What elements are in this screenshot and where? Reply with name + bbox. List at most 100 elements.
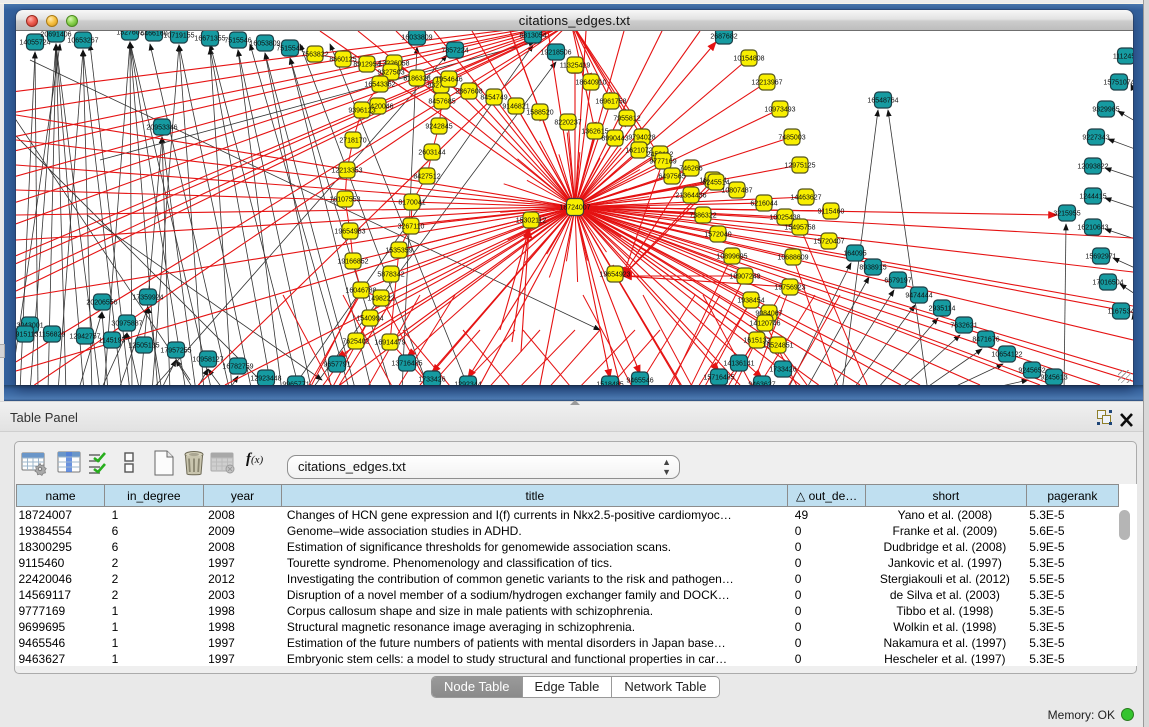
svg-text:1244415: 1244415 [1079, 194, 1106, 201]
svg-text:1498222: 1498222 [367, 296, 394, 303]
svg-text:10154808: 10154808 [733, 56, 764, 63]
svg-text:16961758: 16961758 [595, 99, 626, 106]
svg-text:16548764: 16548764 [867, 98, 898, 105]
svg-text:1733426: 1733426 [769, 367, 796, 374]
svg-text:9474444: 9474444 [905, 293, 932, 300]
svg-text:19218506: 19218506 [540, 50, 571, 57]
svg-text:6679197: 6679197 [884, 278, 911, 285]
svg-text:3267110: 3267110 [398, 224, 425, 231]
svg-text:3215955: 3215955 [1053, 211, 1080, 218]
svg-text:10958127: 10958127 [192, 357, 223, 364]
svg-text:15751074: 15751074 [1103, 80, 1133, 87]
svg-text:12213967: 12213967 [751, 80, 782, 87]
svg-text:7955812: 7955812 [613, 116, 640, 123]
svg-text:1518485: 1518485 [596, 382, 623, 386]
svg-text:12093822: 12093822 [1077, 164, 1108, 171]
svg-text:14136141: 14136141 [723, 361, 754, 368]
svg-text:8454749: 8454749 [480, 95, 507, 102]
svg-text:1540994: 1540994 [356, 316, 383, 323]
svg-text:7485003: 7485003 [778, 135, 805, 142]
svg-text:19524851: 19524851 [762, 343, 793, 350]
svg-text:20953346: 20953346 [146, 125, 177, 132]
svg-text:9245652: 9245652 [1018, 368, 1045, 375]
svg-text:1572040: 1572040 [704, 232, 731, 239]
svg-text:17359924: 17359924 [132, 295, 163, 302]
svg-text:15302112: 15302112 [516, 218, 547, 225]
svg-text:1535359: 1535359 [385, 248, 412, 255]
svg-text:5878342: 5878342 [377, 272, 404, 279]
svg-text:1112458: 1112458 [1113, 54, 1133, 61]
svg-text:19654923: 19654923 [599, 272, 630, 279]
svg-text:6245514: 6245514 [702, 180, 729, 187]
svg-text:8427512: 8427512 [413, 174, 440, 181]
svg-text:9115460: 9115460 [818, 209, 845, 216]
svg-text:17016504: 17016504 [1092, 280, 1123, 287]
svg-text:18640910: 18640910 [575, 80, 606, 87]
svg-text:18724007: 18724007 [559, 205, 590, 212]
svg-text:8457685: 8457685 [428, 99, 455, 106]
svg-text:9794028: 9794028 [628, 135, 655, 142]
svg-text:11325419: 11325419 [560, 63, 591, 70]
svg-text:14055724: 14055724 [19, 40, 50, 47]
svg-text:19654983: 19654983 [334, 229, 365, 236]
svg-text:10654122: 10654122 [991, 352, 1022, 359]
svg-text:2718170: 2718170 [339, 138, 366, 145]
svg-text:8912954: 8912954 [353, 62, 380, 69]
svg-text:7386322: 7386322 [689, 213, 716, 220]
svg-text:164095: 164095 [843, 251, 866, 258]
svg-text:2935114: 2935114 [929, 306, 956, 313]
svg-text:10653267: 10653267 [67, 38, 98, 45]
svg-text:16210643: 16210643 [1077, 225, 1108, 232]
svg-text:10688609: 10688609 [777, 255, 808, 262]
svg-text:15495758: 15495758 [784, 225, 815, 232]
svg-text:3915113: 3915113 [16, 332, 38, 339]
svg-text:15692971: 15692971 [1085, 254, 1116, 261]
svg-text:16033809: 16033809 [401, 35, 432, 42]
svg-text:15720407: 15720407 [813, 239, 844, 246]
svg-text:1167534: 1167534 [1108, 309, 1133, 316]
svg-text:9463627: 9463627 [748, 382, 775, 386]
svg-text:9242845: 9242845 [425, 124, 452, 131]
svg-text:16671355: 16671355 [194, 36, 225, 43]
svg-text:9245613: 9245613 [1040, 375, 1067, 382]
svg-text:1954646: 1954646 [435, 77, 462, 84]
svg-text:7625402: 7625402 [342, 339, 369, 346]
svg-text:16782759: 16782759 [222, 364, 253, 371]
svg-text:16914479: 16914479 [374, 340, 405, 347]
svg-text:14463627: 14463627 [790, 195, 821, 202]
svg-text:8813054: 8813054 [519, 33, 546, 40]
svg-text:16107553: 16107553 [329, 197, 360, 204]
svg-text:12942757: 12942757 [69, 334, 100, 341]
svg-text:7857224: 7857224 [441, 48, 468, 55]
svg-text:2687682: 2687682 [710, 34, 737, 41]
svg-text:12213353: 12213353 [331, 168, 362, 175]
svg-text:9657791: 9657791 [323, 362, 350, 369]
svg-text:12923448: 12923448 [250, 376, 281, 383]
svg-text:9396123: 9396123 [348, 108, 375, 115]
svg-text:6216044: 6216044 [750, 201, 777, 208]
svg-text:9777169: 9777169 [649, 159, 676, 166]
svg-text:1938454: 1938454 [737, 298, 764, 305]
svg-text:2867608: 2867608 [455, 89, 482, 96]
svg-text:8938915: 8938915 [859, 265, 886, 272]
svg-text:7515546: 7515546 [224, 38, 251, 45]
svg-text:1588520: 1588520 [526, 110, 553, 117]
svg-text:19756923: 19756923 [774, 285, 805, 292]
svg-text:8471676: 8471676 [972, 337, 999, 344]
svg-text:10899695: 10899695 [716, 254, 747, 261]
svg-text:1145193: 1145193 [99, 338, 126, 345]
svg-text:2603144: 2603144 [418, 150, 445, 157]
svg-text:16046788: 16046788 [345, 288, 376, 295]
svg-text:7563822: 7563822 [301, 52, 328, 59]
svg-text:9329965: 9329965 [1092, 107, 1119, 114]
svg-text:21364436: 21364436 [675, 193, 706, 200]
svg-text:14120746: 14120746 [749, 321, 780, 328]
svg-text:30975887: 30975887 [111, 321, 142, 328]
svg-text:7632621: 7632621 [950, 323, 977, 330]
svg-text:1362615: 1362615 [581, 129, 608, 136]
svg-text:10807487: 10807487 [721, 188, 752, 195]
svg-text:1733426: 1733426 [418, 377, 445, 384]
svg-text:20206556: 20206556 [86, 300, 117, 307]
svg-text:12505135: 12505135 [128, 343, 159, 350]
svg-text:6497565: 6497565 [658, 174, 685, 181]
